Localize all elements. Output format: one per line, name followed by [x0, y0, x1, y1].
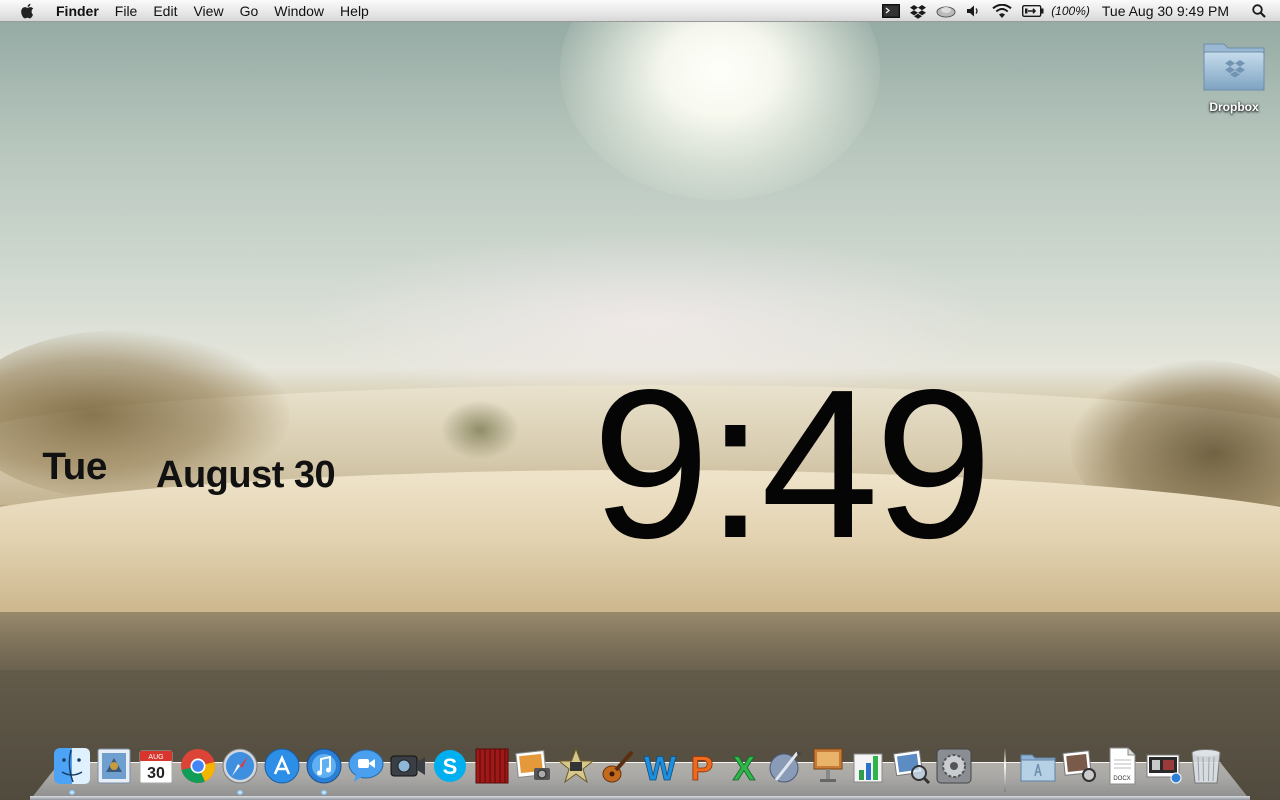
running-indicator-itunes [321, 790, 327, 795]
volume-icon[interactable] [966, 0, 982, 22]
menu-file[interactable]: File [107, 0, 146, 22]
dock-garageband[interactable] [598, 746, 638, 786]
desktop-icon-dropbox[interactable]: Dropbox [1196, 36, 1272, 114]
chrome-icon [181, 749, 215, 783]
dock-numbers[interactable] [850, 746, 890, 786]
dock-skype[interactable]: S [430, 746, 470, 786]
mail-icon [97, 748, 131, 784]
menu-go[interactable]: Go [232, 0, 267, 22]
svg-text:W: W [644, 750, 677, 786]
keynote-icon [813, 748, 843, 782]
dropbox-status-icon[interactable] [910, 0, 927, 22]
menu-bar-left: Finder File Edit View Go Window Help [0, 0, 377, 22]
terminal-icon[interactable] [882, 0, 901, 22]
dock-divider [1004, 748, 1006, 792]
dock-preview[interactable] [892, 746, 932, 786]
dock-mail[interactable] [94, 746, 134, 786]
dock-chrome[interactable] [178, 746, 218, 786]
dock-imovie[interactable] [556, 746, 596, 786]
svg-text:S: S [443, 754, 458, 779]
front-row-icon [475, 748, 509, 784]
ichat-icon [348, 749, 384, 782]
calendar-day-label: 30 [147, 765, 165, 782]
battery-percentage[interactable]: (100%) [1051, 4, 1090, 18]
dock-system-preferences[interactable] [934, 746, 974, 786]
clock-widget-time: 9:49 [592, 345, 993, 582]
menu-app-finder[interactable]: Finder [48, 0, 107, 22]
garageband-icon [602, 750, 634, 783]
calendar-icon: AUG 30 [139, 750, 173, 784]
trash-icon [1191, 749, 1221, 784]
dock: AUG 30 S W P X DOCX [50, 740, 1240, 796]
dock-app-store[interactable] [262, 746, 302, 786]
dock-finder[interactable] [52, 746, 92, 786]
menu-bar-clock[interactable]: Tue Aug 30 9:49 PM [1102, 3, 1229, 19]
dock-photos-stack[interactable] [1060, 746, 1100, 786]
dropbox-folder-icon [1200, 36, 1268, 94]
dock-trash[interactable] [1186, 746, 1226, 786]
photos-stack-icon [1062, 750, 1096, 782]
menu-bar: Finder File Edit View Go Window Help (10… [0, 0, 1280, 22]
itunes-icon [306, 748, 342, 784]
apple-menu-icon[interactable] [20, 3, 34, 19]
dock-ical[interactable]: AUG 30 [136, 746, 176, 786]
dock-itunes[interactable] [304, 746, 344, 786]
menu-bar-status-area: (100%) Tue Aug 30 9:49 PM [877, 0, 1280, 22]
dock-excel[interactable]: X [724, 746, 764, 786]
powerpoint-icon: P [690, 750, 714, 786]
svg-text:X: X [733, 750, 756, 786]
dock-applications-stack[interactable] [1018, 746, 1058, 786]
script-editor-icon [769, 750, 802, 783]
dock-ichat[interactable] [346, 746, 386, 786]
word-icon: W [644, 750, 678, 786]
dock-powerpoint[interactable]: P [682, 746, 722, 786]
desktop-icon-label: Dropbox [1209, 100, 1259, 114]
applications-folder-icon [1020, 754, 1056, 782]
dock-front-row[interactable] [472, 746, 512, 786]
svg-text:P: P [691, 750, 714, 786]
spotlight-search-icon[interactable] [1252, 0, 1266, 22]
wallpaper-sun [560, 0, 880, 200]
dock-script-editor[interactable] [766, 746, 806, 786]
menu-view[interactable]: View [185, 0, 231, 22]
system-preferences-icon [936, 748, 972, 784]
facetime-icon [390, 755, 425, 777]
finder-icon [54, 748, 90, 784]
menu-window[interactable]: Window [266, 0, 332, 22]
dock-keynote[interactable] [808, 746, 848, 786]
safari-icon [222, 748, 258, 784]
downloads-stack-icon [1146, 754, 1182, 784]
document-type-label: DOCX [1113, 776, 1130, 782]
dock-word[interactable]: W [640, 746, 680, 786]
menu-help[interactable]: Help [332, 0, 377, 22]
calendar-month-label: AUG [148, 754, 163, 761]
excel-icon: X [732, 750, 756, 786]
imovie-icon [557, 747, 595, 784]
clock-widget-date: August 30 [156, 454, 336, 496]
wifi-icon[interactable] [992, 0, 1012, 22]
dock-shelf-edge [30, 796, 1250, 800]
running-indicator-safari [237, 790, 243, 795]
cloud-sync-icon[interactable] [936, 0, 956, 22]
running-indicator-finder [69, 790, 75, 795]
preview-icon [893, 749, 931, 785]
iphoto-icon [515, 750, 550, 780]
clock-widget-day: Tue [42, 446, 107, 488]
dock-safari[interactable] [220, 746, 260, 786]
dock-facetime[interactable] [388, 746, 428, 786]
app-store-icon [264, 748, 300, 784]
numbers-icon [853, 753, 883, 783]
skype-icon: S [434, 750, 466, 782]
dock-downloads-stack[interactable] [1144, 746, 1184, 786]
document-stack-icon: DOCX [1109, 747, 1136, 785]
wallpaper-mid-brush [440, 400, 520, 460]
dock-iphoto[interactable] [514, 746, 554, 786]
menu-edit[interactable]: Edit [145, 0, 185, 22]
battery-icon[interactable] [1022, 0, 1044, 22]
dock-documents-stack[interactable]: DOCX [1102, 746, 1142, 786]
